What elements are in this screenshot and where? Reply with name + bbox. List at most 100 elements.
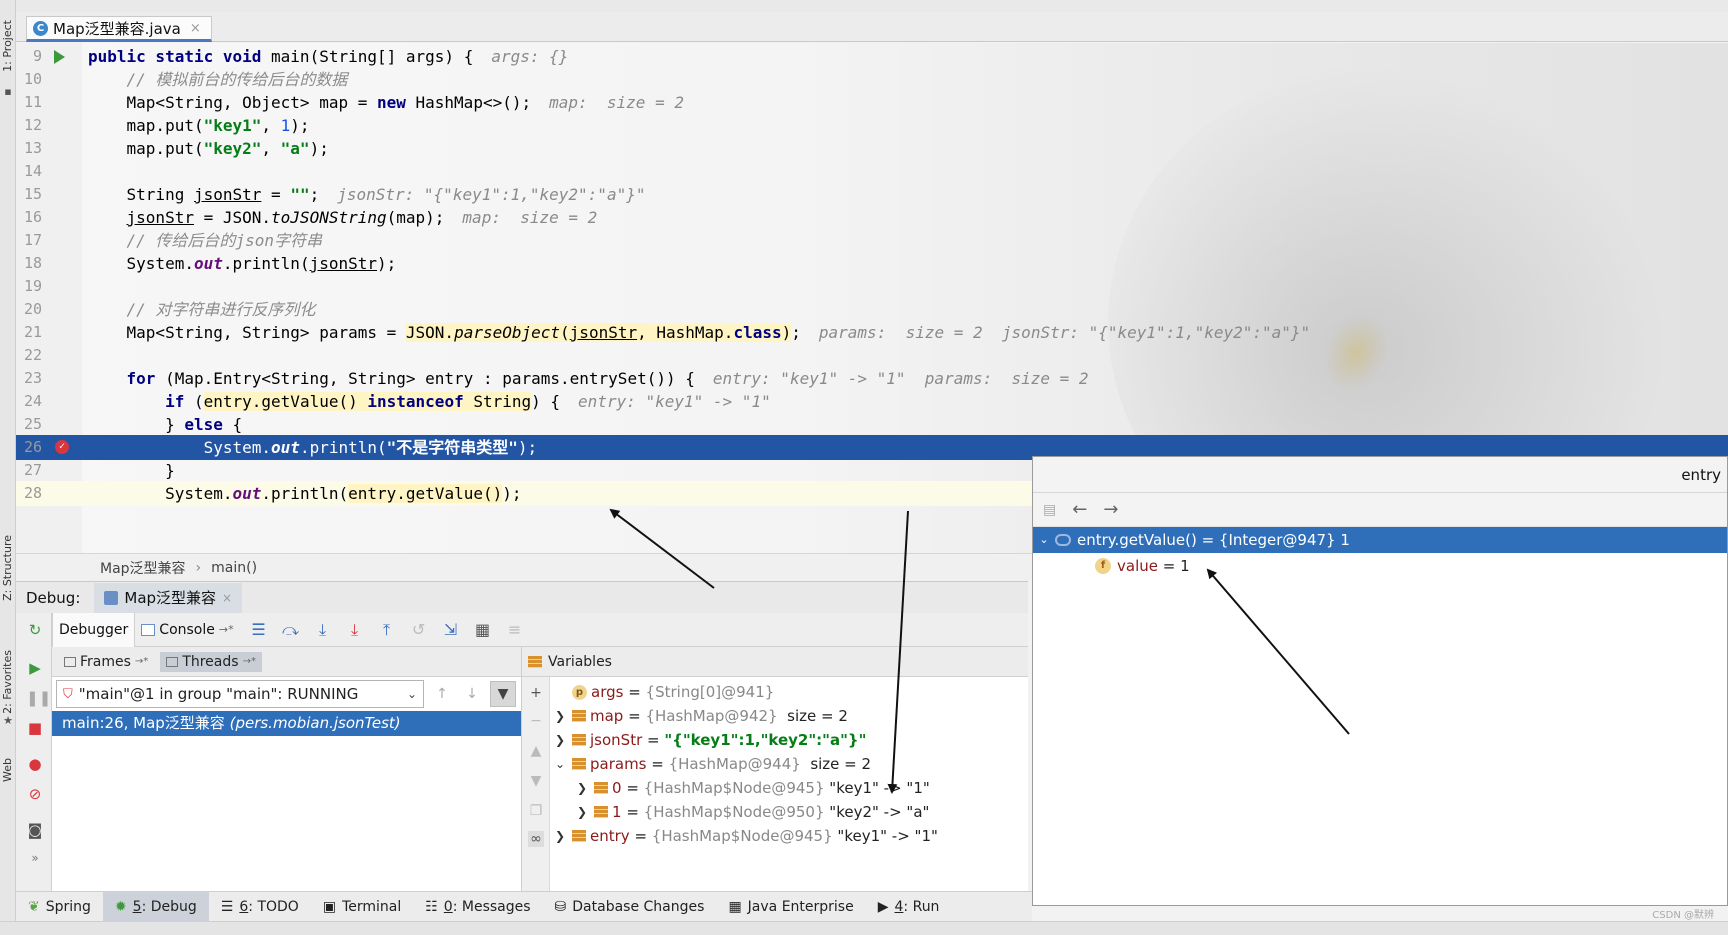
more-icon[interactable]: » — [26, 849, 44, 867]
variable-row-params-1[interactable]: ❯ 1 = {HashMap$Node@950} "key2" -> "a" — [552, 799, 929, 825]
tab-frames-label: Frames — [80, 653, 131, 670]
drop-frame-icon[interactable]: ↺ — [406, 617, 432, 643]
popup-selected-row[interactable]: ⌄ entry.getValue() = {Integer@947} 1 — [1033, 527, 1727, 553]
step-out-icon[interactable]: ⤒ — [374, 617, 400, 643]
trace-icon[interactable]: ≡ — [502, 617, 528, 643]
variable-name: 1 — [612, 803, 622, 821]
pause-icon[interactable]: ❚❚ — [26, 689, 51, 707]
inline-debug-value: args: {} — [491, 47, 569, 66]
arrow-down-icon[interactable]: ▼ — [528, 773, 544, 789]
variable-row-map[interactable]: ❯ map = {HashMap@942} size = 2 — [552, 703, 848, 729]
variable-type: {String[0]@941} — [645, 683, 775, 701]
line-number: 13 — [23, 139, 42, 157]
variable-row-args[interactable]: p args = {String[0]@941} — [552, 679, 774, 705]
resume-icon[interactable]: ▶ — [26, 659, 44, 677]
java-enterprise-icon: ▦ — [728, 898, 742, 915]
tab-console-label: Console — [159, 621, 215, 638]
chevron-right-icon[interactable]: ❯ — [574, 775, 590, 801]
run-to-cursor-icon[interactable]: ⇲ — [438, 617, 464, 643]
chevron-right-icon[interactable]: ❯ — [552, 727, 568, 753]
tool-spring[interactable]: ❦ Spring — [16, 892, 103, 922]
evaluate-expression-icon[interactable]: ▦ — [470, 617, 496, 643]
view-breakpoints-icon[interactable]: ● — [26, 755, 44, 773]
variable-row-params[interactable]: ⌄ params = {HashMap@944} size = 2 — [552, 751, 871, 777]
variable-row-params-0[interactable]: ❯ 0 = {HashMap$Node@945} "key1" -> "1" — [552, 775, 930, 801]
debug-session-tab[interactable]: Map泛型兼容 × — [94, 582, 243, 613]
web-tool-tab[interactable]: Web — [1, 758, 14, 782]
code-line-14: 14 — [16, 159, 1728, 184]
variables-icon — [528, 655, 542, 668]
step-into-icon[interactable]: ⤓ — [310, 617, 336, 643]
folder-icon[interactable]: ▤ — [1043, 502, 1056, 518]
arrow-up-icon[interactable]: ▲ — [528, 743, 544, 759]
close-icon[interactable]: × — [222, 591, 232, 605]
tool-terminal[interactable]: ▣ Terminal — [311, 892, 413, 922]
string-literal: "不是字符串类型" — [386, 438, 518, 457]
chevron-down-icon[interactable]: ⌄ — [1033, 527, 1055, 553]
close-icon[interactable]: × — [190, 21, 201, 36]
chevron-right-icon[interactable]: ❯ — [552, 823, 568, 849]
force-step-into-icon[interactable]: ⤓ — [342, 617, 368, 643]
tool-spring-label: Spring — [45, 898, 91, 915]
tab-console[interactable]: Console →* — [135, 613, 239, 647]
filter-icon[interactable]: ▼ — [490, 681, 516, 707]
mute-breakpoints-icon[interactable]: ⊘ — [26, 785, 44, 803]
tab-frames[interactable]: Frames →* — [58, 652, 154, 672]
frames-icon — [64, 656, 76, 667]
tool-run[interactable]: ▶ 4: Run — [866, 892, 952, 922]
arrow-right-icon[interactable]: → — [1103, 499, 1118, 520]
arrow-up-icon[interactable]: ↑ — [430, 682, 454, 706]
rerun-icon[interactable]: ↻ — [26, 621, 44, 639]
show-execution-point-icon[interactable]: ☰ — [246, 617, 272, 643]
tool-java-enterprise[interactable]: ▦ Java Enterprise — [716, 892, 865, 922]
camera-icon[interactable]: ◙ — [26, 821, 44, 839]
left-tool-strip: 1: Project ▪ Z: Structure 2: Favorites ★… — [0, 0, 16, 935]
inline-debug-value: jsonStr: "{"key1":1,"key2":"a"}" — [337, 185, 646, 204]
tool-messages[interactable]: ☷ 0: Messages — [413, 892, 542, 922]
breadcrumb-class[interactable]: Map泛型兼容 — [100, 558, 186, 578]
copy-icon[interactable]: ❐ — [528, 803, 544, 819]
inline-debug-value: map: size = 2 — [549, 93, 684, 112]
step-over-icon[interactable]: ⤼ — [278, 617, 304, 643]
inline-debug-value: params: size = 2 jsonStr: "{"key1":1,"ke… — [818, 323, 1311, 342]
line-number: 22 — [23, 346, 42, 364]
tab-threads[interactable]: Threads →* — [160, 651, 262, 672]
plus-icon[interactable]: + — [528, 685, 544, 701]
variable-row-entry[interactable]: ❯ entry = {HashMap$Node@945} "key1" -> "… — [552, 823, 938, 849]
popup-child-value: = 1 — [1162, 557, 1190, 575]
console-icon — [141, 623, 156, 636]
variable-name: jsonStr — [590, 731, 643, 749]
tool-todo[interactable]: ☰ 6: TODO — [209, 892, 311, 922]
minus-icon[interactable]: − — [528, 713, 544, 729]
frame-item[interactable]: main:26, Map泛型兼容 (pers.mobian.jsonTest) — [52, 711, 521, 736]
variables-header: Variables — [522, 647, 1028, 677]
variable-row-jsonstr[interactable]: ❯ jsonStr = "{"key1":1,"key2":"a"}" — [552, 727, 866, 753]
pin-arrow-icon: →* — [218, 623, 234, 636]
favorites-tool-tab[interactable]: 2: Favorites — [1, 650, 14, 714]
tool-todo-label: : TODO — [248, 898, 299, 915]
tool-java-enterprise-label: Java Enterprise — [747, 898, 854, 915]
arrow-left-icon[interactable]: ← — [1072, 499, 1087, 520]
tab-threads-label: Threads — [182, 653, 239, 670]
thread-select[interactable]: ⛉ "main"@1 in group "main": RUNNING ⌄ — [56, 680, 424, 708]
breakpoint-icon[interactable]: ✓ — [55, 440, 69, 454]
tool-database-changes-label: Database Changes — [572, 898, 705, 915]
popup-child-row[interactable]: f value = 1 — [1033, 553, 1727, 579]
tab-debugger[interactable]: Debugger — [52, 612, 136, 647]
arrow-down-icon[interactable]: ↓ — [460, 682, 484, 706]
chevron-right-icon[interactable]: ❯ — [552, 703, 568, 729]
inline-debug-value: map: size = 2 — [462, 208, 598, 227]
stop-icon[interactable]: ■ — [26, 719, 44, 737]
project-tool-tab[interactable]: 1: Project — [1, 20, 14, 72]
file-tab[interactable]: C Map泛型兼容.java × — [26, 16, 212, 42]
tool-debug[interactable]: ✹ 5: Debug — [102, 891, 209, 922]
breadcrumb-method[interactable]: main() — [211, 560, 257, 576]
chevron-down-icon[interactable]: ⌄ — [552, 751, 568, 777]
debug-session-icon — [104, 590, 119, 605]
chevron-right-icon[interactable]: ❯ — [574, 799, 590, 825]
structure-tool-tab[interactable]: Z: Structure — [1, 535, 14, 601]
infinity-icon[interactable]: ∞ — [528, 831, 544, 847]
object-icon — [594, 806, 608, 818]
run-gutter-icon[interactable] — [54, 50, 65, 64]
tool-database-changes[interactable]: ⛁ Database Changes — [543, 892, 717, 922]
